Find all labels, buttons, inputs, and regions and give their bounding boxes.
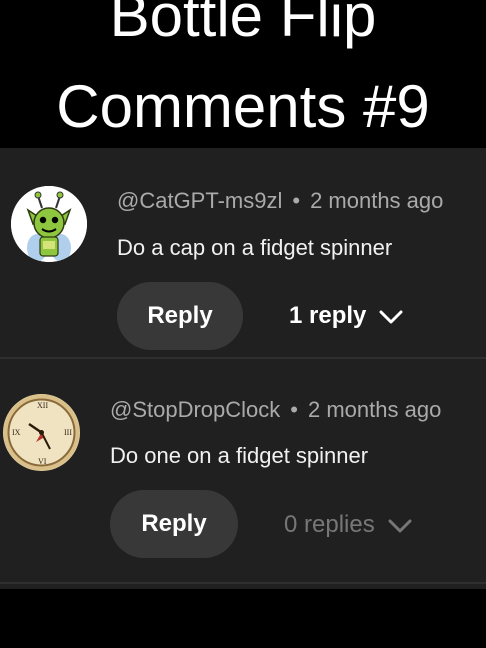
reply-button[interactable]: Reply: [110, 490, 238, 558]
clock-avatar-icon[interactable]: XII III VI IX: [3, 394, 80, 471]
meta-separator: •: [290, 397, 298, 422]
chevron-down-icon: [388, 519, 412, 533]
svg-text:III: III: [64, 428, 72, 437]
view-replies-button[interactable]: 1 reply: [289, 299, 404, 333]
comment-time[interactable]: 2 months ago: [310, 188, 443, 213]
comment-text: Do one on a fidget spinner: [110, 443, 369, 468]
svg-text:IX: IX: [12, 428, 21, 437]
title-line-2: Comments #9: [56, 73, 430, 140]
comment-meta: @CatGPT-ms9zl • 2 months ago: [117, 188, 443, 214]
replies-count-label: 1 reply: [289, 302, 367, 329]
comment-meta: @StopDropClock • 2 months ago: [110, 397, 441, 423]
comment-author[interactable]: @StopDropClock: [110, 397, 280, 422]
meta-separator: •: [292, 188, 301, 213]
svg-text:XII: XII: [37, 401, 48, 410]
comment-item: @CatGPT-ms9zl • 2 months ago Do a cap on a…: [0, 148, 486, 358]
green-goblin-avatar-icon[interactable]: [11, 186, 87, 262]
bottom-black-bar: [0, 589, 486, 648]
comment-text: Do a cap on a fidget spinner: [117, 235, 393, 260]
replies-count-label: 0 replies: [284, 511, 375, 538]
comment-divider: [0, 582, 486, 584]
title-line-1: Bottle Flip: [109, 0, 377, 49]
svg-text:VI: VI: [38, 457, 47, 466]
comment-time[interactable]: 2 months ago: [308, 397, 441, 422]
reply-button[interactable]: Reply: [117, 282, 243, 350]
comment-item: XII III VI IX @StopDropClock • 2 months ag…: [0, 359, 486, 583]
comment-author[interactable]: @CatGPT-ms9zl: [117, 188, 282, 213]
video-title-overlay: Bottle Flip Comments #9: [0, 0, 486, 148]
chevron-down-icon: [379, 310, 403, 324]
comments-panel: @CatGPT-ms9zl • 2 months ago Do a cap on a…: [0, 148, 486, 589]
view-replies-button: 0 replies: [284, 508, 413, 542]
